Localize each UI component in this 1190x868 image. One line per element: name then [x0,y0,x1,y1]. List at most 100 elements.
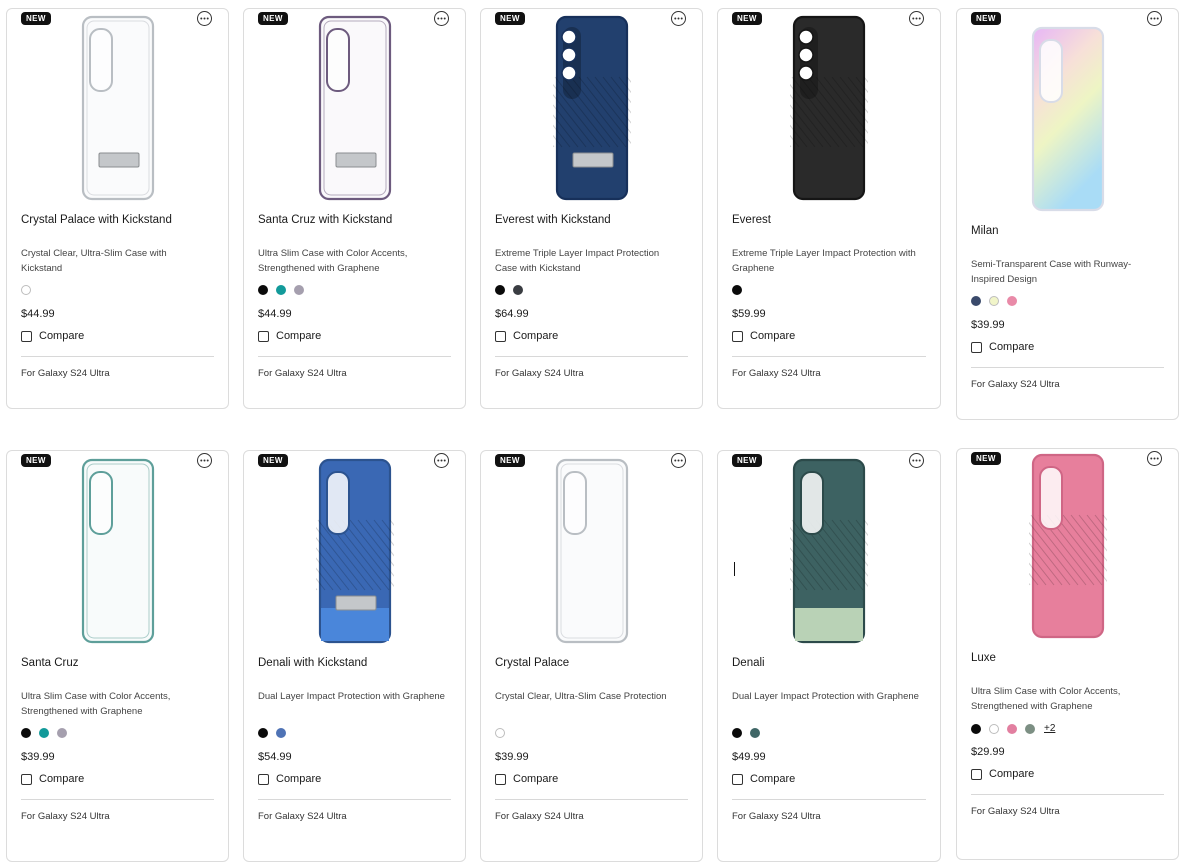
color-swatch[interactable] [276,728,286,738]
compatibility-text: For Galaxy S24 Ultra [732,368,821,379]
color-swatch[interactable] [971,296,981,306]
checkbox-box[interactable] [971,768,982,780]
product-card[interactable]: NEW Luxe Ultra Slim Case with Color Acce… [956,448,1190,860]
more-colors-link[interactable]: +2 [1044,723,1055,734]
new-badge: NEW [21,454,51,467]
product-card[interactable]: NEW Santa Cruz with Kickstand Ultra Slim… [243,8,466,409]
color-swatches [21,285,31,295]
product-card[interactable]: NEW Denali Dual Layer Impact Protection … [717,450,960,862]
more-options-icon[interactable] [434,453,449,468]
checkbox-box[interactable] [495,773,506,785]
compare-checkbox[interactable]: Compare [971,768,1034,780]
product-title[interactable]: Crystal Palace [495,657,569,669]
compare-checkbox[interactable]: Compare [971,341,1034,353]
compare-checkbox[interactable]: Compare [21,773,84,785]
product-title[interactable]: Crystal Palace with Kickstand [21,214,172,226]
color-swatch[interactable] [1025,723,1035,734]
color-swatches: +2 [971,723,1055,734]
product-image[interactable] [79,456,157,651]
product-image[interactable] [735,13,960,208]
color-swatches [495,728,505,738]
product-title[interactable]: Santa Cruz [21,657,79,669]
product-image[interactable] [735,456,960,651]
product-image[interactable] [261,456,485,651]
color-swatch[interactable] [294,285,304,295]
color-swatch[interactable] [513,285,523,295]
color-swatch[interactable] [21,285,31,295]
new-badge: NEW [258,454,288,467]
product-card[interactable]: NEW Everest with Kickstand Extreme Tripl… [480,8,722,409]
color-swatch[interactable] [989,296,999,306]
product-card[interactable]: NEW Crystal Palace Crystal Clear, Ultra-… [480,450,703,862]
checkbox-box[interactable] [258,773,269,785]
color-swatch[interactable] [971,723,981,734]
compare-checkbox[interactable]: Compare [258,330,321,342]
compare-checkbox[interactable]: Compare [732,330,795,342]
product-description: Extreme Triple Layer Impact Protection C… [495,248,660,274]
product-card[interactable]: NEW Crystal Palace with Kickstand Crysta… [6,8,229,409]
new-badge: NEW [971,12,1001,25]
color-swatch[interactable] [750,728,760,738]
product-image[interactable] [316,13,394,208]
product-card[interactable]: NEW Everest Extreme Triple Layer Impact … [717,8,960,409]
color-swatch[interactable] [495,728,505,738]
product-title[interactable]: Everest with Kickstand [495,214,611,226]
checkbox-box[interactable] [971,341,982,353]
divider [732,799,926,800]
new-badge: NEW [495,454,525,467]
color-swatches [732,285,742,295]
more-options-icon[interactable] [671,453,686,468]
product-description: Ultra Slim Case with Color Accents, Stre… [971,686,1121,712]
product-card[interactable]: NEW Denali with Kickstand Dual Layer Imp… [243,450,485,862]
product-price: $39.99 [495,751,529,763]
color-swatch[interactable] [1007,296,1017,306]
color-swatch[interactable] [57,728,67,738]
color-swatch[interactable] [495,285,505,295]
color-swatch[interactable] [39,728,49,738]
product-image[interactable] [498,13,722,208]
color-swatch[interactable] [276,285,286,295]
product-image[interactable] [974,451,1190,646]
checkbox-box[interactable] [732,773,743,785]
checkbox-box[interactable] [732,330,743,342]
compare-checkbox[interactable]: Compare [258,773,321,785]
more-options-icon[interactable] [1147,11,1162,26]
more-options-icon[interactable] [671,11,686,26]
checkbox-box[interactable] [495,330,506,342]
product-description: Dual Layer Impact Protection with Graphe… [258,691,445,702]
checkbox-box[interactable] [258,330,269,342]
color-swatch[interactable] [1007,723,1017,734]
checkbox-box[interactable] [21,773,32,785]
checkbox-box[interactable] [21,330,32,342]
compare-checkbox[interactable]: Compare [21,330,84,342]
product-title[interactable]: Milan [971,225,998,237]
color-swatch[interactable] [732,285,742,295]
product-title[interactable]: Denali with Kickstand [258,657,367,669]
product-image[interactable] [1029,24,1107,219]
product-card[interactable]: NEW Santa Cruz Ultra Slim Case with Colo… [6,450,229,862]
color-swatches [258,728,286,738]
more-options-icon[interactable] [909,453,924,468]
compatibility-text: For Galaxy S24 Ultra [21,811,110,822]
product-card[interactable]: NEW Milan Semi-Transparent Case with Run… [956,8,1179,420]
product-title[interactable]: Luxe [971,652,996,664]
more-options-icon[interactable] [434,11,449,26]
color-swatch[interactable] [258,285,268,295]
product-title[interactable]: Santa Cruz with Kickstand [258,214,392,226]
compare-checkbox[interactable]: Compare [732,773,795,785]
product-title[interactable]: Denali [732,657,765,669]
product-image[interactable] [553,456,631,651]
color-swatch[interactable] [21,728,31,738]
color-swatch[interactable] [989,723,999,734]
more-options-icon[interactable] [197,11,212,26]
color-swatch[interactable] [732,728,742,738]
more-options-icon[interactable] [197,453,212,468]
compare-checkbox[interactable]: Compare [495,330,558,342]
product-title[interactable]: Everest [732,214,771,226]
product-image[interactable] [79,13,157,208]
compare-checkbox[interactable]: Compare [495,773,558,785]
more-options-icon[interactable] [1147,451,1162,466]
color-swatch[interactable] [258,728,268,738]
new-badge: NEW [21,12,51,25]
more-options-icon[interactable] [909,11,924,26]
